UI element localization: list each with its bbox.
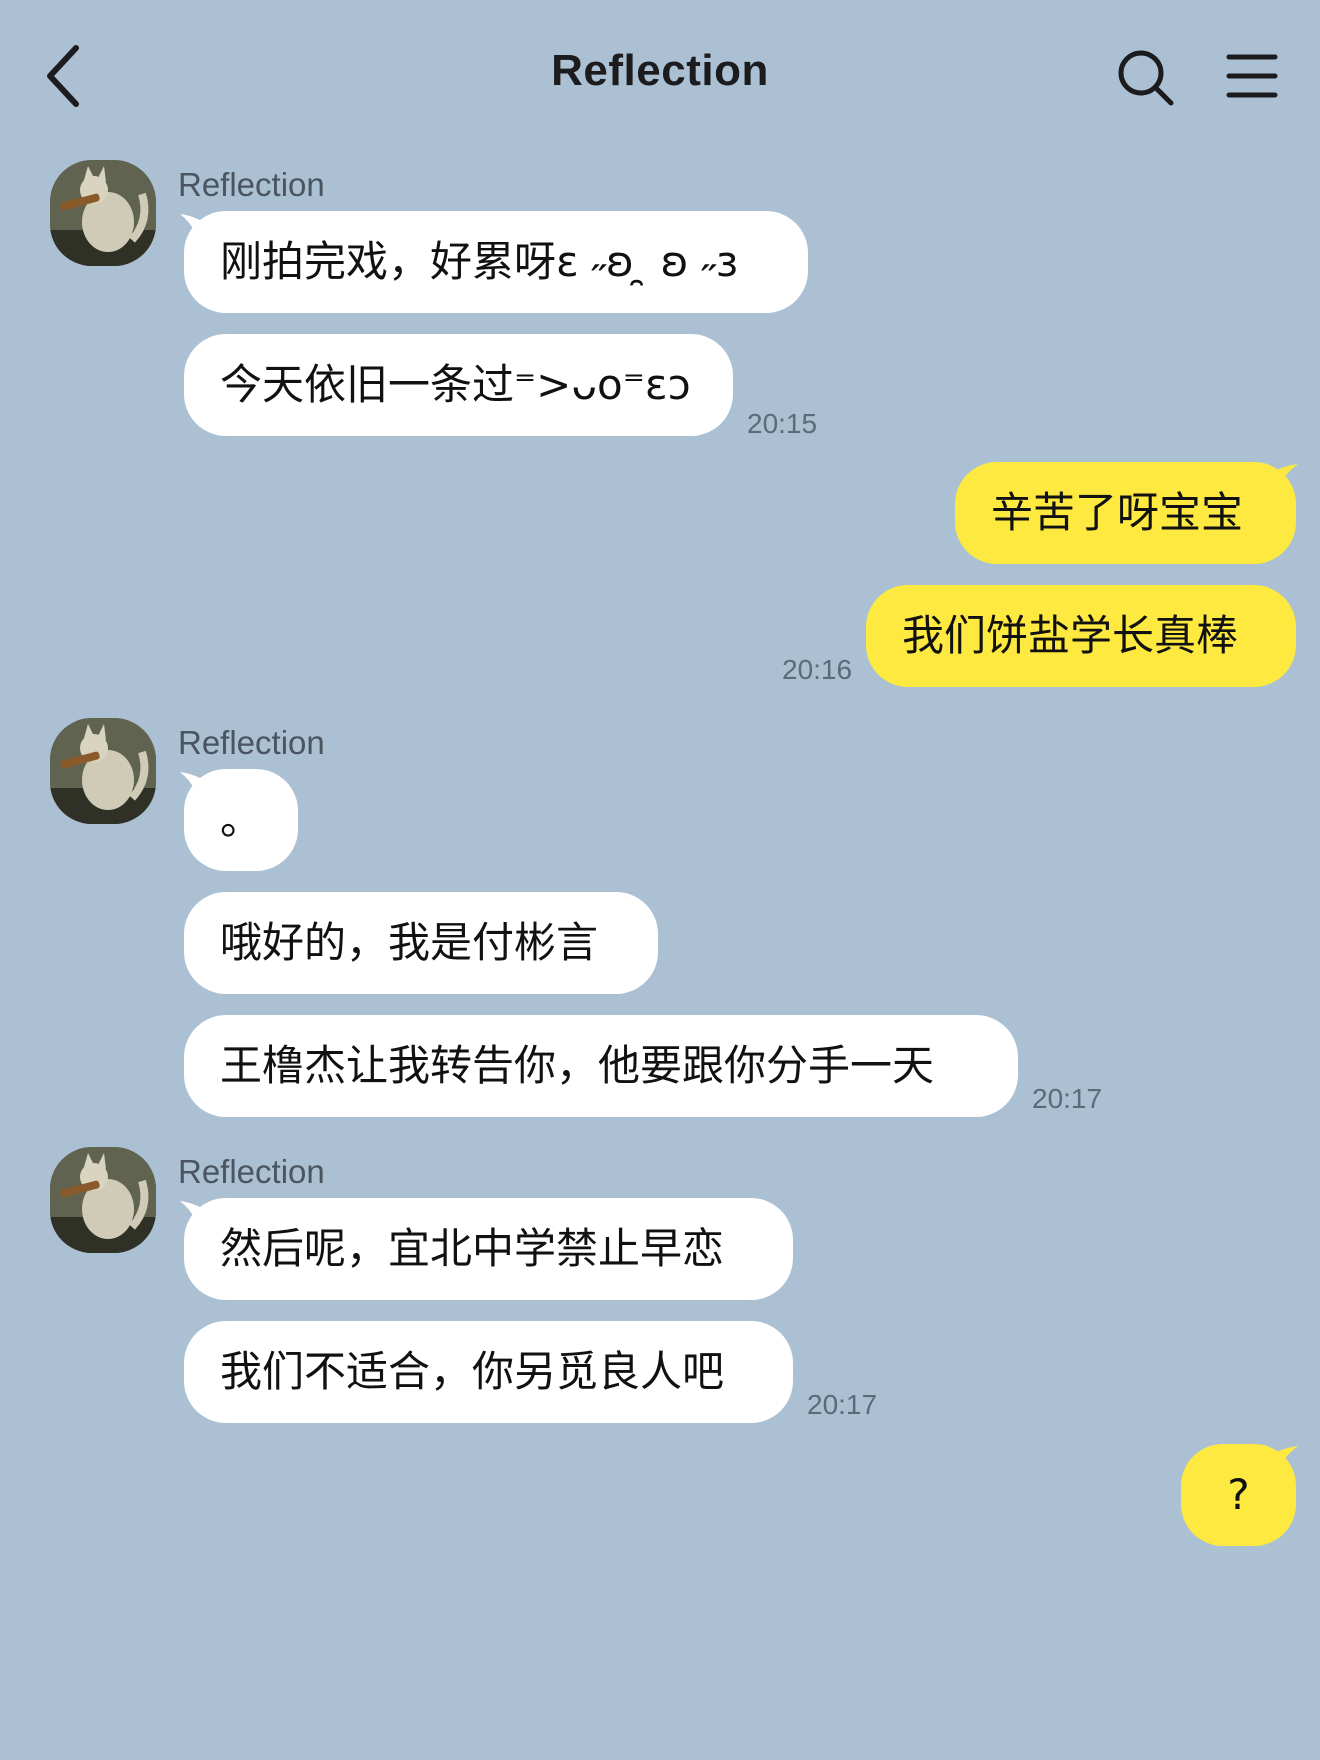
outgoing-message[interactable]: 辛苦了呀宝宝: [955, 462, 1296, 564]
message-timestamp: 20:17: [1032, 1083, 1103, 1114]
avatar[interactable]: [50, 1147, 156, 1253]
avatar[interactable]: [50, 160, 156, 266]
message-timestamp: 20:16: [782, 654, 853, 685]
incoming-message[interactable]: 王橹杰让我转告你，他要跟你分手一天: [184, 1015, 1018, 1117]
incoming-message[interactable]: 我们不适合，你另觅良人吧: [184, 1321, 793, 1423]
message-timestamp: 20:17: [807, 1389, 878, 1420]
search-icon[interactable]: [1116, 48, 1176, 108]
outgoing-message[interactable]: 我们饼盐学长真棒: [866, 585, 1296, 687]
incoming-message[interactable]: 。: [184, 769, 298, 871]
hamburger-menu-icon[interactable]: [1226, 52, 1278, 100]
incoming-message[interactable]: 刚拍完戏，好累呀ε ˶ʚ ̯ ʚ ˶ɜ: [184, 211, 808, 313]
sender-name: Reflection: [178, 166, 325, 203]
sender-name: Reflection: [178, 724, 325, 761]
incoming-message[interactable]: 然后呢，宜北中学禁止早恋: [184, 1198, 793, 1300]
top-bar: Reflection: [0, 0, 1320, 150]
avatar[interactable]: [50, 718, 156, 824]
outgoing-message[interactable]: ?: [1181, 1444, 1296, 1546]
message-timestamp: 20:15: [747, 408, 818, 439]
incoming-message[interactable]: 今天依旧一条过⁼>ᴗo⁼εᴐ: [184, 334, 733, 436]
sender-name: Reflection: [178, 1153, 325, 1190]
incoming-message[interactable]: 哦好的，我是付彬言: [184, 892, 658, 994]
